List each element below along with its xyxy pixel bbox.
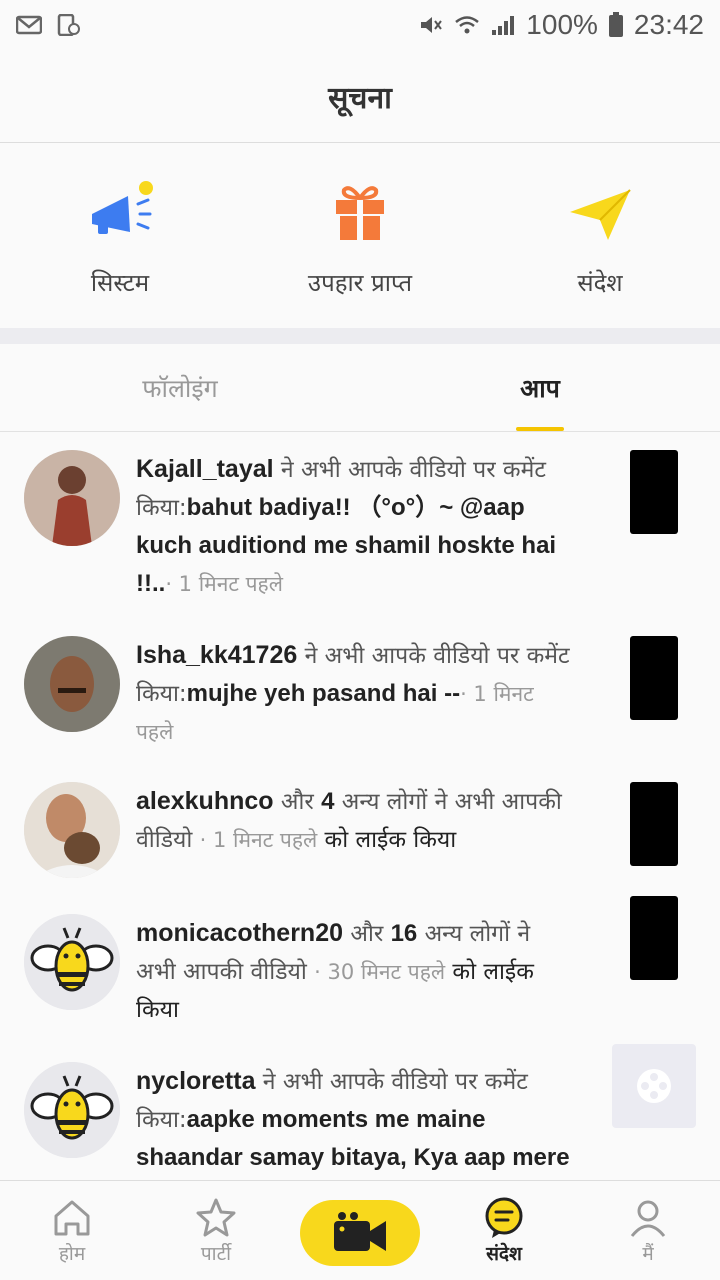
notification-list: Kajall_tayal ने अभी आपके वीडियो पर कमेंट… xyxy=(0,432,720,1180)
notification-categories: सिस्टम उपहार प्राप्त संदेश xyxy=(0,144,720,328)
notification-text: nycloretta ने अभी आपके वीडियो पर कमेंट क… xyxy=(136,1062,576,1180)
app-header: सूचना xyxy=(0,50,720,143)
avatar[interactable] xyxy=(24,636,120,732)
video-camera-icon xyxy=(334,1211,386,1251)
gift-icon xyxy=(336,186,384,240)
list-item[interactable]: monicacothern20 और 16 अन्य लोगों ने अभी … xyxy=(0,896,720,1044)
avatar[interactable] xyxy=(24,914,120,1010)
messages-shortcut[interactable]: संदेश xyxy=(480,144,720,328)
record-button[interactable] xyxy=(300,1199,420,1266)
tab-following[interactable]: फॉलोइंग xyxy=(0,344,360,431)
notification-text: Isha_kk41726 ने अभी आपके वीडियो पर कमेंट… xyxy=(136,636,576,764)
tab-you-label: आप xyxy=(520,373,560,403)
video-thumbnail[interactable] xyxy=(630,896,678,980)
avatar[interactable] xyxy=(24,450,120,546)
tab-you[interactable]: आप xyxy=(360,344,720,431)
nav-home[interactable]: होम xyxy=(0,1181,144,1280)
signal-icon xyxy=(492,16,515,35)
notification-action: और xyxy=(343,921,391,947)
timestamp: · 1 मिनट पहले xyxy=(199,828,318,852)
nav-messages[interactable]: संदेश xyxy=(432,1181,576,1280)
bee-default-avatar-icon xyxy=(24,914,120,1010)
username[interactable]: Isha_kk41726 xyxy=(136,641,297,669)
list-item[interactable]: Isha_kk41726 ने अभी आपके वीडियो पर कमेंट… xyxy=(0,618,720,764)
comment-text: aapke moments me maine shaandar samay bi… xyxy=(136,1106,570,1171)
nav-party-label: पार्टी xyxy=(200,1242,232,1265)
notification-text: alexkuhnco और 4 अन्य लोगों ने अभी आपकी व… xyxy=(136,782,576,896)
bee-default-avatar-icon xyxy=(24,1062,120,1158)
user-photo xyxy=(24,636,120,732)
screen-timer-icon xyxy=(57,14,80,36)
page-title: सूचना xyxy=(328,80,392,116)
video-thumbnail[interactable] xyxy=(630,636,678,720)
username[interactable]: nycloretta xyxy=(136,1067,255,1095)
user-photo xyxy=(24,782,120,878)
notification-text: Kajall_tayal ने अभी आपके वीडियो पर कमेंट… xyxy=(136,450,576,618)
user-photo xyxy=(24,450,120,546)
video-thumbnail-placeholder[interactable] xyxy=(612,1044,696,1128)
timestamp: · 1 मिनट पहले xyxy=(165,572,283,596)
bottom-navigation: होम पार्टी संदेश मैं xyxy=(0,1180,720,1280)
notification-suffix: को लाईक किया xyxy=(317,827,457,853)
messages-label: संदेश xyxy=(577,269,623,297)
avatar[interactable] xyxy=(24,1062,120,1158)
mute-icon xyxy=(421,17,443,33)
username[interactable]: Kajall_tayal xyxy=(136,455,274,483)
list-item[interactable]: nycloretta ने अभी आपके वीडियो पर कमेंट क… xyxy=(0,1044,720,1180)
list-item[interactable]: alexkuhnco और 4 अन्य लोगों ने अभी आपकी व… xyxy=(0,764,720,896)
notification-action: और xyxy=(273,789,322,815)
tab-bar: फॉलोइंग आप xyxy=(0,344,720,432)
avatar[interactable] xyxy=(24,782,120,878)
nav-profile[interactable]: मैं xyxy=(576,1181,720,1280)
system-label: सिस्टम xyxy=(90,269,150,297)
megaphone-icon xyxy=(92,181,153,234)
nav-profile-label: मैं xyxy=(642,1242,654,1265)
video-thumbnail[interactable] xyxy=(630,450,678,534)
list-item[interactable]: Kajall_tayal ने अभी आपके वीडियो पर कमेंट… xyxy=(0,432,720,618)
username[interactable]: alexkuhnco xyxy=(136,787,274,815)
active-tab-indicator xyxy=(516,427,564,431)
other-count: 16 xyxy=(390,920,418,947)
star-icon xyxy=(196,1198,236,1236)
mail-icon xyxy=(16,15,42,35)
gifts-received-label: उपहार प्राप्त xyxy=(307,269,413,297)
nav-messages-label: संदेश xyxy=(486,1242,522,1265)
tab-following-label: फॉलोइंग xyxy=(142,373,218,403)
clock: 23:42 xyxy=(633,9,704,40)
film-reel-icon xyxy=(637,1069,671,1103)
video-thumbnail[interactable] xyxy=(630,782,678,866)
status-bar: 100% 23:42 xyxy=(0,0,720,50)
battery-icon xyxy=(608,12,623,37)
nav-home-label: होम xyxy=(58,1242,86,1265)
other-count: 4 xyxy=(321,788,335,815)
comment-text: mujhe yeh pasand hai -- xyxy=(186,680,461,707)
battery-percent: 100% xyxy=(526,9,598,40)
timestamp: · 30 मिनट पहले xyxy=(314,960,446,984)
gifts-received-shortcut[interactable]: उपहार प्राप्त xyxy=(240,144,480,328)
profile-icon xyxy=(630,1200,666,1237)
nav-party[interactable]: पार्टी xyxy=(144,1181,288,1280)
section-divider xyxy=(0,328,720,344)
home-icon xyxy=(54,1200,90,1235)
nav-record[interactable] xyxy=(288,1181,432,1280)
system-shortcut[interactable]: सिस्टम xyxy=(0,144,240,328)
username[interactable]: monicacothern20 xyxy=(136,919,343,947)
message-icon xyxy=(485,1197,523,1238)
wifi-icon xyxy=(455,16,480,34)
paper-plane-icon xyxy=(570,189,631,240)
notification-text: monicacothern20 और 16 अन्य लोगों ने अभी … xyxy=(136,914,576,1044)
